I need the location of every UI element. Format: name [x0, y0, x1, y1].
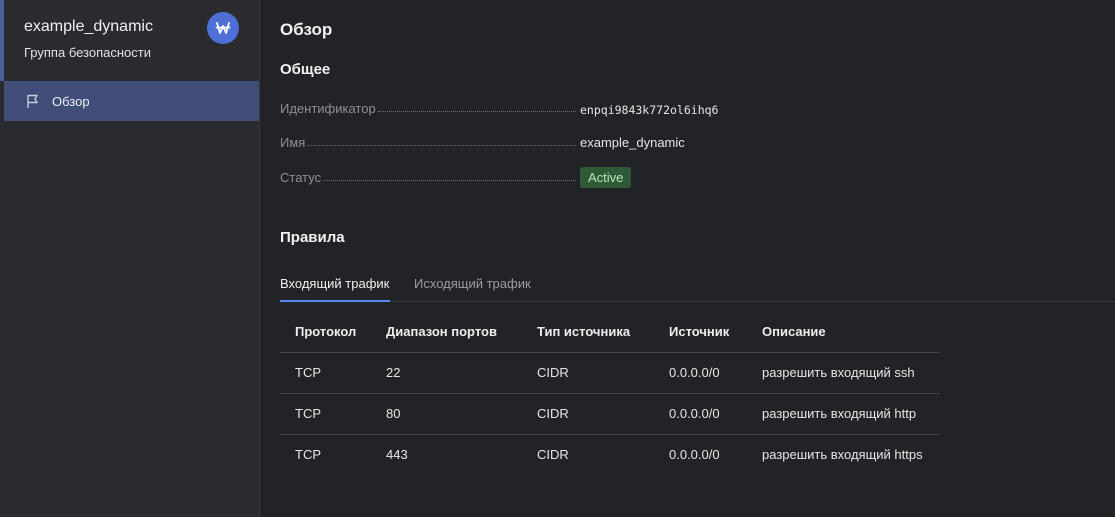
vpc-network-icon[interactable]: [207, 12, 239, 44]
leader-dots: [377, 111, 576, 112]
leader-dots: [307, 145, 576, 146]
main-content: Обзор Общее Идентификатор enpqi9843k772o…: [280, 0, 1115, 517]
property-label: Идентификатор: [280, 101, 576, 116]
status-badge: Active: [580, 167, 632, 188]
property-label-text: Статус: [280, 170, 322, 185]
leader-dots: [323, 180, 576, 181]
sidebar: example_dynamic Группа безопасности Обзо…: [0, 0, 260, 517]
sidebar-header-accent: [0, 0, 4, 81]
cell-protocol: TCP: [295, 447, 321, 463]
tab-egress[interactable]: Исходящий трафик: [414, 268, 531, 302]
cell-description: разрешить входящий ssh: [747, 352, 940, 394]
cell-protocol: TCP: [280, 393, 371, 435]
cell-port-range: 80: [371, 393, 522, 435]
table-row[interactable]: TCP 22 CIDR 0.0.0.0/0 разрешить входящий…: [280, 352, 940, 394]
page-title: Обзор: [280, 20, 333, 39]
section-title-general: Общее: [280, 61, 331, 78]
flag-icon: [25, 93, 41, 109]
property-row-status: Статус Active: [280, 167, 760, 190]
property-label-text: Имя: [280, 135, 306, 150]
resource-name-value: example_dynamic: [580, 135, 685, 150]
cell-source: 0.0.0.0/0: [669, 447, 720, 463]
column-header-protocol: Протокол: [280, 311, 371, 353]
resource-id-value[interactable]: enpqi9843k772ol6ihq6: [580, 103, 718, 117]
cell-description: разрешить входящий http: [747, 393, 940, 435]
property-row-id: Идентификатор enpqi9843k772ol6ihq6: [280, 101, 760, 121]
property-label-text: Идентификатор: [280, 101, 376, 116]
sidebar-item-overview[interactable]: Обзор: [4, 81, 259, 121]
tab-ingress[interactable]: Входящий трафик: [280, 268, 390, 302]
cell-source-type: CIDR: [522, 393, 654, 435]
property-label: Имя: [280, 135, 576, 150]
table-row[interactable]: TCP 443 CIDR 0.0.0.0/0 разрешить входящи…: [280, 434, 940, 475]
resource-name: example_dynamic: [24, 18, 153, 35]
cell-source-type: CIDR: [522, 352, 654, 394]
cell-source-type: CIDR: [537, 447, 569, 463]
cell-port-range: 22: [371, 352, 522, 394]
cell-port-range: 443: [386, 447, 408, 463]
column-header-source: Источник: [654, 311, 747, 353]
cell-source: 0.0.0.0/0: [654, 352, 747, 394]
cell-description: разрешить входящий https: [762, 447, 923, 463]
column-header-source-type: Тип источника: [522, 311, 654, 353]
column-header-port-range: Диапазон портов: [371, 311, 522, 353]
section-title-rules: Правила: [280, 229, 345, 246]
property-row-name: Имя example_dynamic: [280, 135, 760, 155]
table-header-row: Протокол Диапазон портов Тип источника И…: [280, 311, 940, 353]
resource-type: Группа безопасности: [24, 45, 151, 60]
sidebar-header: example_dynamic Группа безопасности: [24, 12, 244, 76]
rules-table: Протокол Диапазон портов Тип источника И…: [280, 311, 940, 475]
sidebar-item-label: Обзор: [52, 93, 90, 109]
traffic-tabs: Входящий трафик Исходящий трафик: [280, 268, 1115, 302]
cell-source: 0.0.0.0/0: [654, 393, 747, 435]
property-label: Статус: [280, 170, 576, 185]
table-row[interactable]: TCP 80 CIDR 0.0.0.0/0 разрешить входящий…: [280, 393, 940, 435]
column-header-description: Описание: [747, 311, 940, 353]
cell-protocol: TCP: [280, 352, 371, 394]
